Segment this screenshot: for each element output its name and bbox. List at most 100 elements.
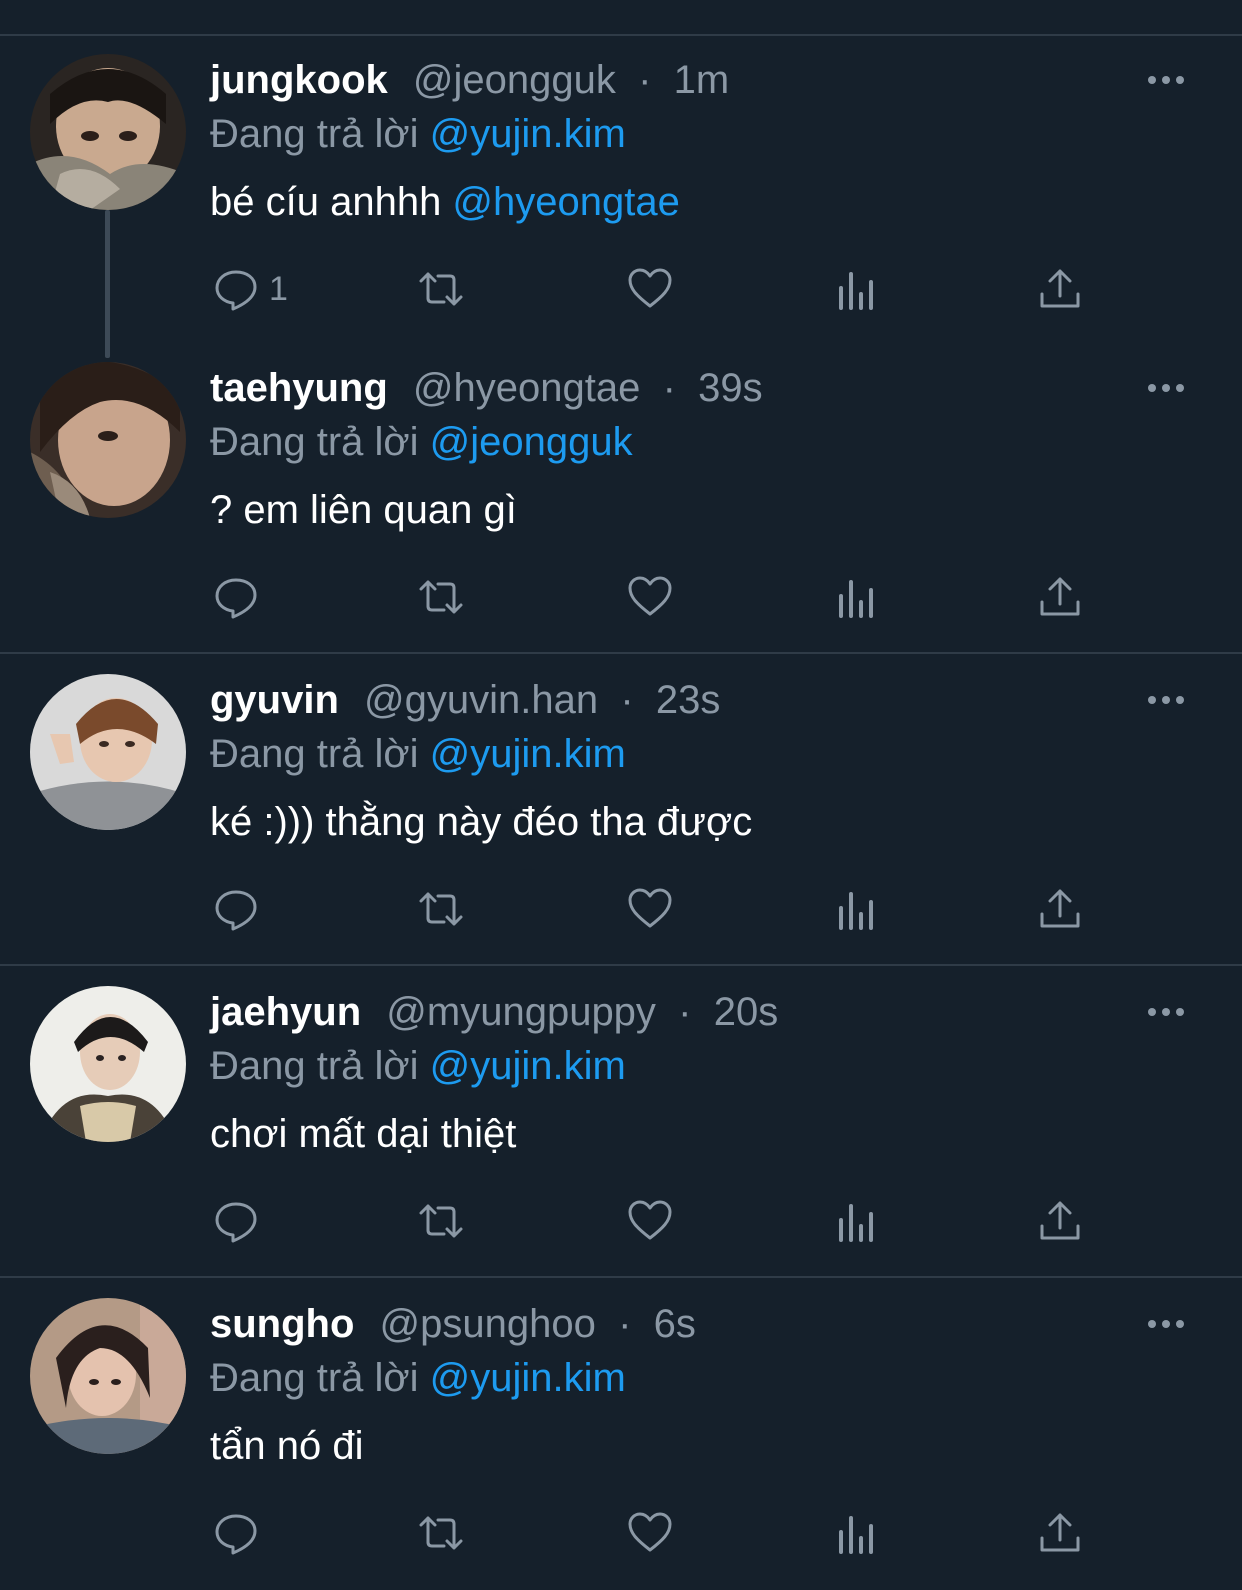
retweet-icon [419,892,463,926]
retweet-button[interactable] [418,1508,464,1558]
display-name[interactable]: jaehyun [210,990,361,1034]
share-button[interactable] [1037,264,1083,314]
replying-to-label: Đang trả lời [210,732,419,776]
reply-button[interactable] [213,572,259,622]
tweet-body: chơi mất dại thiệt [210,1112,517,1156]
share-button[interactable] [1037,1196,1083,1246]
timestamp[interactable]: 23s [656,678,721,722]
like-button[interactable] [627,1508,673,1558]
avatar-jaehyun[interactable] [30,986,186,1142]
like-button[interactable] [627,572,673,622]
reply-button[interactable] [213,1196,259,1246]
tweet-header: sungho @psunghoo · 6s [210,1298,696,1350]
retweet-icon [419,580,463,614]
retweet-button[interactable] [418,1196,464,1246]
replying-to-mention[interactable]: @yujin.kim [430,1044,626,1088]
action-bar [0,884,1242,934]
retweet-button[interactable] [418,264,464,314]
tweet-mention[interactable]: @hyeongtae [452,180,679,224]
display-name[interactable]: sungho [210,1302,354,1346]
share-icon [1040,577,1080,616]
user-handle[interactable]: @jeongguk [413,58,616,102]
share-button[interactable] [1037,884,1083,934]
display-name[interactable]: jungkook [210,58,388,102]
views-button[interactable] [833,264,879,314]
timestamp[interactable]: 39s [698,366,763,410]
more-icon[interactable] [1146,1314,1186,1334]
reply-count: 1 [269,269,288,308]
heart-icon [628,1512,672,1552]
views-icon [839,272,873,310]
tweet-text: ké :))) thằng này đéo tha được [210,794,752,850]
replying-to-label: Đang trả lời [210,112,419,156]
views-icon [839,1204,873,1242]
reply-button[interactable]: 1 [213,264,288,314]
heart-icon [628,1200,672,1240]
retweet-icon [419,272,463,306]
like-button[interactable] [627,264,673,314]
display-name[interactable]: gyuvin [210,678,339,722]
reply-button[interactable] [213,1508,259,1558]
share-icon [1040,889,1080,928]
action-bar [0,1508,1242,1558]
tweet-body: ké :))) thằng này đéo tha được [210,800,753,844]
user-handle[interactable]: @myungpuppy [386,990,656,1034]
share-button[interactable] [1037,1508,1083,1558]
separator-dot: · [607,1302,643,1346]
retweet-button[interactable] [418,884,464,934]
views-button[interactable] [833,572,879,622]
views-button[interactable] [833,1196,879,1246]
share-button[interactable] [1037,572,1083,622]
views-button[interactable] [833,1508,879,1558]
tweet-header: jaehyun @myungpuppy · 20s [210,986,778,1038]
tweet-text: ? em liên quan gì [210,482,517,538]
like-button[interactable] [627,1196,673,1246]
more-icon[interactable] [1146,690,1186,710]
more-icon[interactable] [1146,70,1186,90]
replying-to-line: Đang trả lời @yujin.kim [210,1352,626,1404]
replying-to-line: Đang trả lời @yujin.kim [210,728,626,780]
replying-to-mention[interactable]: @yujin.kim [430,112,626,156]
separator-dot: · [609,678,645,722]
avatar-jungkook[interactable] [30,54,186,210]
tweet-text: bé cíu anhhh @hyeongtae [210,174,680,230]
share-icon [1040,1201,1080,1240]
avatar-sungho[interactable] [30,1298,186,1454]
tweet[interactable]: taehyung @hyeongtae · 39s Đang trả lời @… [0,344,1242,654]
views-button[interactable] [833,884,879,934]
reply-icon [215,578,257,619]
replying-to-line: Đang trả lời @yujin.kim [210,108,626,160]
tweet[interactable]: sungho @psunghoo · 6s Đang trả lời @yuji… [0,1280,1242,1590]
tweet-text: chơi mất dại thiệt [210,1106,516,1162]
display-name[interactable]: taehyung [210,366,388,410]
views-icon [839,892,873,930]
share-icon [1040,1513,1080,1552]
user-handle[interactable]: @gyuvin.han [364,678,598,722]
replying-to-mention[interactable]: @jeongguk [430,420,633,464]
user-handle[interactable]: @hyeongtae [413,366,640,410]
tweet[interactable]: gyuvin @gyuvin.han · 23s Đang trả lời @y… [0,656,1242,966]
replying-to-mention[interactable]: @yujin.kim [430,1356,626,1400]
timestamp[interactable]: 6s [654,1302,696,1346]
more-icon[interactable] [1146,378,1186,398]
replying-to-line: Đang trả lời @jeongguk [210,416,633,468]
share-icon [1040,269,1080,308]
timestamp[interactable]: 1m [674,58,730,102]
like-button[interactable] [627,884,673,934]
retweet-button[interactable] [418,572,464,622]
reply-icon [215,1514,257,1555]
replying-to-mention[interactable]: @yujin.kim [430,732,626,776]
action-bar: 1 [0,264,1242,314]
user-handle[interactable]: @psunghoo [380,1302,596,1346]
more-icon[interactable] [1146,1002,1186,1022]
tweet-header: taehyung @hyeongtae · 39s [210,362,763,414]
reply-button[interactable] [213,884,259,934]
heart-icon [628,576,672,616]
separator-dot: · [627,58,663,102]
heart-icon [628,268,672,308]
tweet[interactable]: jungkook @jeongguk · 1m Đang trả lời @yu… [0,36,1242,346]
avatar-taehyung[interactable] [30,362,186,518]
timestamp[interactable]: 20s [714,990,779,1034]
tweet[interactable]: jaehyun @myungpuppy · 20s Đang trả lời @… [0,968,1242,1278]
avatar-gyuvin[interactable] [30,674,186,830]
